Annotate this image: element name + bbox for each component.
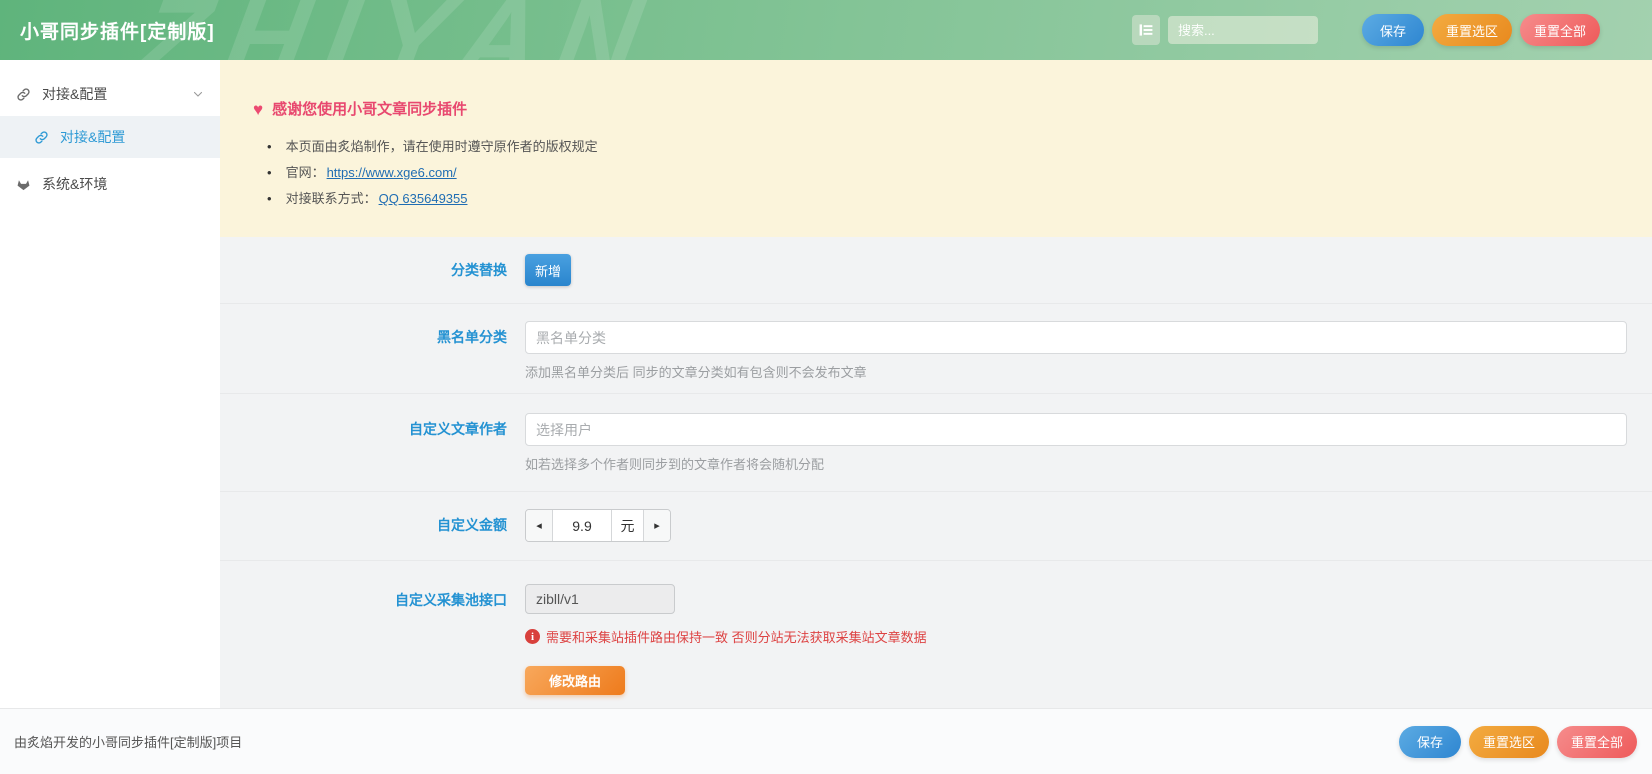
field-label: 分类替换 — [220, 260, 525, 280]
sidebar-item-connect-config[interactable]: 对接&配置 — [0, 72, 220, 116]
form-row-author: 自定义文章作者 如若选择多个作者则同步到的文章作者将会随机分配 — [220, 393, 1652, 491]
field-help-text: 添加黑名单分类后 同步的文章分类如有包含则不会发布文章 — [525, 362, 1627, 381]
info-circle-icon: i — [525, 629, 540, 644]
amount-stepper: ◂ 9.9 元 ▸ — [525, 509, 671, 542]
stepper-decrease-button[interactable]: ◂ — [526, 510, 553, 541]
stepper-increase-button[interactable]: ▸ — [643, 510, 670, 541]
modify-route-button[interactable]: 修改路由 — [525, 666, 625, 695]
notice-text: 对接联系方式： — [286, 186, 377, 212]
notice-text: 官网： — [286, 160, 325, 186]
add-category-button[interactable]: 新增 — [525, 254, 571, 286]
link-icon — [34, 130, 49, 145]
app-title: 小哥同步插件[定制版] — [20, 17, 215, 44]
amount-value[interactable]: 9.9 — [553, 510, 611, 541]
notice-text: 本页面由炙焰制作，请在使用时遵守原作者的版权规定 — [286, 134, 598, 160]
page-footer: 由炙焰开发的小哥同步插件[定制版]项目 保存 重置选区 重置全部 — [0, 708, 1652, 774]
heart-icon: ♥ — [253, 100, 263, 120]
save-button[interactable]: 保存 — [1362, 14, 1424, 46]
link-icon — [16, 87, 31, 102]
field-control: i 需要和采集站插件路由保持一致 否则分站无法获取采集站文章数据 修改路由 — [525, 584, 1652, 708]
reset-all-button[interactable]: 重置全部 — [1520, 14, 1600, 46]
amount-unit: 元 — [611, 510, 643, 541]
sidebar: 对接&配置 对接&配置 系统&环境 — [0, 60, 220, 708]
list-item: • 官网： https://www.xge6.com/ — [253, 160, 1632, 186]
search-input[interactable] — [1168, 16, 1318, 44]
footer-toolbar: 保存 重置选区 重置全部 — [1399, 726, 1637, 758]
save-button[interactable]: 保存 — [1399, 726, 1461, 758]
notice-list: • 本页面由炙焰制作，请在使用时遵守原作者的版权规定 • 官网： https:/… — [253, 134, 1632, 212]
field-control: 添加黑名单分类后 同步的文章分类如有包含则不会发布文章 — [525, 321, 1652, 393]
top-header: ZHIYAN 小哥同步插件[定制版] 保存 重置选区 重置全部 — [0, 0, 1652, 60]
page-body: 对接&配置 对接&配置 系统&环境 ♥ 感谢您使用小哥文章同步插件 • — [0, 60, 1652, 708]
reset-all-button[interactable]: 重置全部 — [1557, 726, 1637, 758]
api-warning-row: i 需要和采集站插件路由保持一致 否则分站无法获取采集站文章数据 — [525, 627, 1627, 646]
form-row-blacklist: 黑名单分类 添加黑名单分类后 同步的文章分类如有包含则不会发布文章 — [220, 303, 1652, 393]
field-label: 自定义文章作者 — [220, 413, 525, 491]
sidebar-item-system-env[interactable]: 系统&环境 — [0, 162, 220, 206]
header-toolbar: 保存 重置选区 重置全部 — [1132, 14, 1600, 46]
form-row-amount: 自定义金额 ◂ 9.9 元 ▸ — [220, 491, 1652, 560]
sidebar-item-label: 系统&环境 — [42, 174, 107, 194]
notice-title-row: ♥ 感谢您使用小哥文章同步插件 — [253, 100, 1632, 120]
list-item: • 对接联系方式： QQ 635649355 — [253, 186, 1632, 212]
reset-selection-button[interactable]: 重置选区 — [1469, 726, 1549, 758]
footer-credit-text: 由炙焰开发的小哥同步插件[定制版]项目 — [14, 732, 242, 751]
form-row-api: 自定义采集池接口 i 需要和采集站插件路由保持一致 否则分站无法获取采集站文章数… — [220, 560, 1652, 708]
field-label: 自定义金额 — [220, 509, 525, 560]
bullet-icon: • — [267, 160, 272, 186]
field-control: ◂ 9.9 元 ▸ — [525, 509, 1652, 560]
select-user-input[interactable] — [525, 413, 1627, 446]
reset-selection-button[interactable]: 重置选区 — [1432, 14, 1512, 46]
form-row-category-replace: 分类替换 新增 — [220, 237, 1652, 303]
field-help-text: 如若选择多个作者则同步到的文章作者将会随机分配 — [525, 454, 1627, 473]
chevron-down-icon — [192, 88, 204, 100]
field-control: 新增 — [525, 254, 1652, 286]
list-indent-icon[interactable] — [1132, 15, 1160, 45]
api-route-input[interactable] — [525, 584, 675, 614]
field-label: 黑名单分类 — [220, 321, 525, 393]
notice-title: 感谢您使用小哥文章同步插件 — [272, 100, 467, 120]
bullet-icon: • — [267, 186, 272, 212]
official-site-link[interactable]: https://www.xge6.com/ — [327, 160, 457, 186]
blacklist-category-input[interactable] — [525, 321, 1627, 354]
thanks-notice-panel: ♥ 感谢您使用小哥文章同步插件 • 本页面由炙焰制作，请在使用时遵守原作者的版权… — [220, 60, 1652, 237]
list-item: • 本页面由炙焰制作，请在使用时遵守原作者的版权规定 — [253, 134, 1632, 160]
tanuki-icon — [16, 177, 31, 192]
bullet-icon: • — [267, 134, 272, 160]
qq-contact-link[interactable]: QQ 635649355 — [379, 186, 468, 212]
sidebar-item-label: 对接&配置 — [42, 84, 107, 104]
field-label: 自定义采集池接口 — [220, 584, 525, 708]
api-warning-text: 需要和采集站插件路由保持一致 否则分站无法获取采集站文章数据 — [546, 627, 927, 646]
sidebar-subitem-label: 对接&配置 — [60, 127, 125, 147]
field-control: 如若选择多个作者则同步到的文章作者将会随机分配 — [525, 413, 1652, 491]
main-content: ♥ 感谢您使用小哥文章同步插件 • 本页面由炙焰制作，请在使用时遵守原作者的版权… — [220, 60, 1652, 708]
sidebar-subitem-connect-config[interactable]: 对接&配置 — [0, 116, 220, 158]
